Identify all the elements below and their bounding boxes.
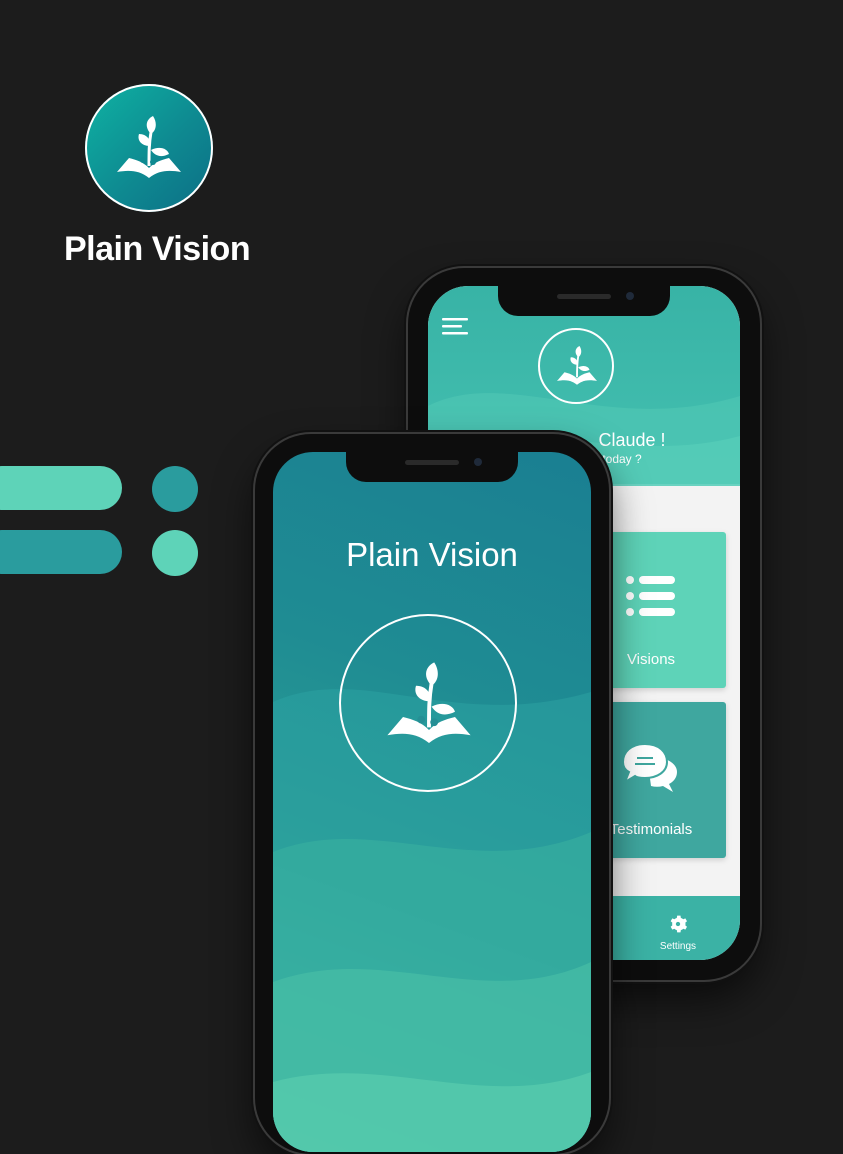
- hamburger-menu-icon[interactable]: [442, 318, 470, 341]
- brand-logo: [85, 84, 213, 212]
- settings-label: Settings: [659, 941, 697, 952]
- gear-icon: [670, 915, 687, 933]
- list-icon: [625, 574, 677, 623]
- brand-title: Plain Vision: [64, 230, 251, 268]
- splash-logo: [339, 614, 517, 792]
- splash-screen: Plain Vision: [273, 452, 591, 1152]
- sprout-book-icon: [557, 346, 597, 385]
- decorative-dot-dark: [152, 466, 198, 512]
- speaker-grill: [405, 460, 459, 465]
- splash-title: Plain Vision: [346, 536, 518, 573]
- back-phone-notch: [498, 286, 670, 316]
- decorative-dot-light: [152, 530, 198, 576]
- chat-bubbles-icon: [621, 742, 681, 799]
- decorative-pill-dark: [0, 530, 122, 574]
- front-camera: [626, 292, 634, 300]
- front-phone: Plain Vision: [255, 434, 609, 1154]
- decorative-pill-light: [0, 466, 122, 510]
- front-camera: [474, 458, 482, 466]
- sprout-book-icon: [387, 662, 471, 743]
- front-phone-notch: [346, 452, 518, 482]
- settings-nav-item[interactable]: Settings: [646, 914, 710, 952]
- home-logo: [538, 328, 614, 404]
- speaker-grill: [557, 294, 611, 299]
- sprout-book-icon: [117, 116, 181, 178]
